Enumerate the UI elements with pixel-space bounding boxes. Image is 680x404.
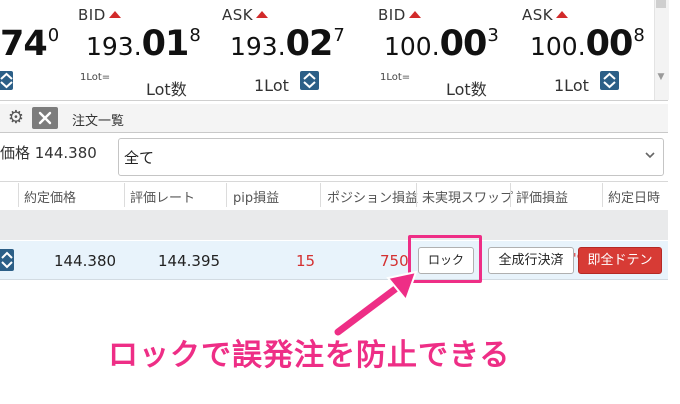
bid-price-1[interactable]: 193.018: [86, 27, 201, 62]
ask-label-1: ASK: [222, 6, 269, 24]
lot-value-2[interactable]: 1Lot: [554, 76, 589, 95]
bid-label-1: BID: [78, 6, 121, 24]
price-label: 価格 144.380: [0, 144, 97, 162]
col-eval-rate[interactable]: 評価レート: [130, 187, 195, 206]
up-arrow-icon: [256, 11, 269, 18]
col-contract-time[interactable]: 約定日時: [608, 187, 660, 206]
left-lot-stepper[interactable]: [0, 71, 13, 90]
left-ask-price-fragment: 740: [0, 24, 60, 64]
column-separator: [226, 183, 227, 207]
tab-order-list[interactable]: 注文一覧: [72, 110, 124, 129]
lot-stepper-1[interactable]: [300, 71, 319, 90]
ask-price-1[interactable]: 193.027: [230, 27, 345, 62]
col-contract-price[interactable]: 約定価格: [24, 187, 76, 206]
table-group-row: [0, 210, 668, 240]
col-pip-pl[interactable]: pip損益: [233, 187, 279, 206]
lot-count-label-2: Lot数: [446, 80, 487, 99]
scroll-down-icon[interactable]: ▼: [654, 72, 668, 82]
column-separator: [18, 183, 19, 207]
column-separator: [510, 183, 511, 207]
bid-price-2[interactable]: 100.003: [384, 27, 499, 62]
column-separator: [416, 183, 417, 207]
close-icon[interactable]: [32, 107, 58, 129]
instant-doten-button[interactable]: 即全ドテン: [578, 247, 662, 274]
chevron-down-icon[interactable]: [644, 146, 656, 165]
lot-value-1[interactable]: 1Lot: [254, 76, 289, 95]
cell-contract-price: 144.380: [54, 252, 117, 270]
ask-label-2: ASK: [522, 6, 569, 24]
scrollbar-thumb[interactable]: [656, 0, 666, 8]
col-unrealized-swap[interactable]: 未実現スワップ: [422, 187, 513, 206]
filter-select[interactable]: [118, 138, 664, 176]
cell-eval-rate: 144.395: [158, 252, 221, 270]
ask-price-2[interactable]: 100.008: [530, 27, 645, 62]
gear-icon[interactable]: ⚙: [6, 108, 26, 128]
filter-select-value[interactable]: 全て: [124, 147, 154, 168]
bid-label-2: BID: [378, 6, 421, 24]
lot-stepper-2[interactable]: [600, 71, 619, 90]
up-arrow-icon: [408, 11, 421, 18]
lot-unit-label-2: 1Lot=: [380, 72, 411, 83]
column-separator: [124, 183, 125, 207]
col-position-pl[interactable]: ポジション損益: [327, 187, 418, 206]
column-separator: [320, 183, 321, 207]
cell-pip-pl: 15: [296, 252, 316, 270]
column-separator: [602, 183, 603, 207]
divider: [0, 100, 668, 101]
row-stepper[interactable]: [0, 249, 14, 271]
close-all-market-button[interactable]: 全成行決済: [488, 247, 574, 274]
lot-count-label-1: Lot数: [146, 80, 187, 99]
quote-scrollbar[interactable]: [654, 0, 669, 100]
col-eval-pl[interactable]: 評価損益: [516, 187, 568, 206]
lot-unit-label-1: 1Lot=: [80, 72, 111, 83]
up-arrow-icon: [108, 11, 121, 18]
annotation-callout: ロックで誤発注を防止できる: [108, 338, 511, 373]
up-arrow-icon: [556, 11, 569, 18]
